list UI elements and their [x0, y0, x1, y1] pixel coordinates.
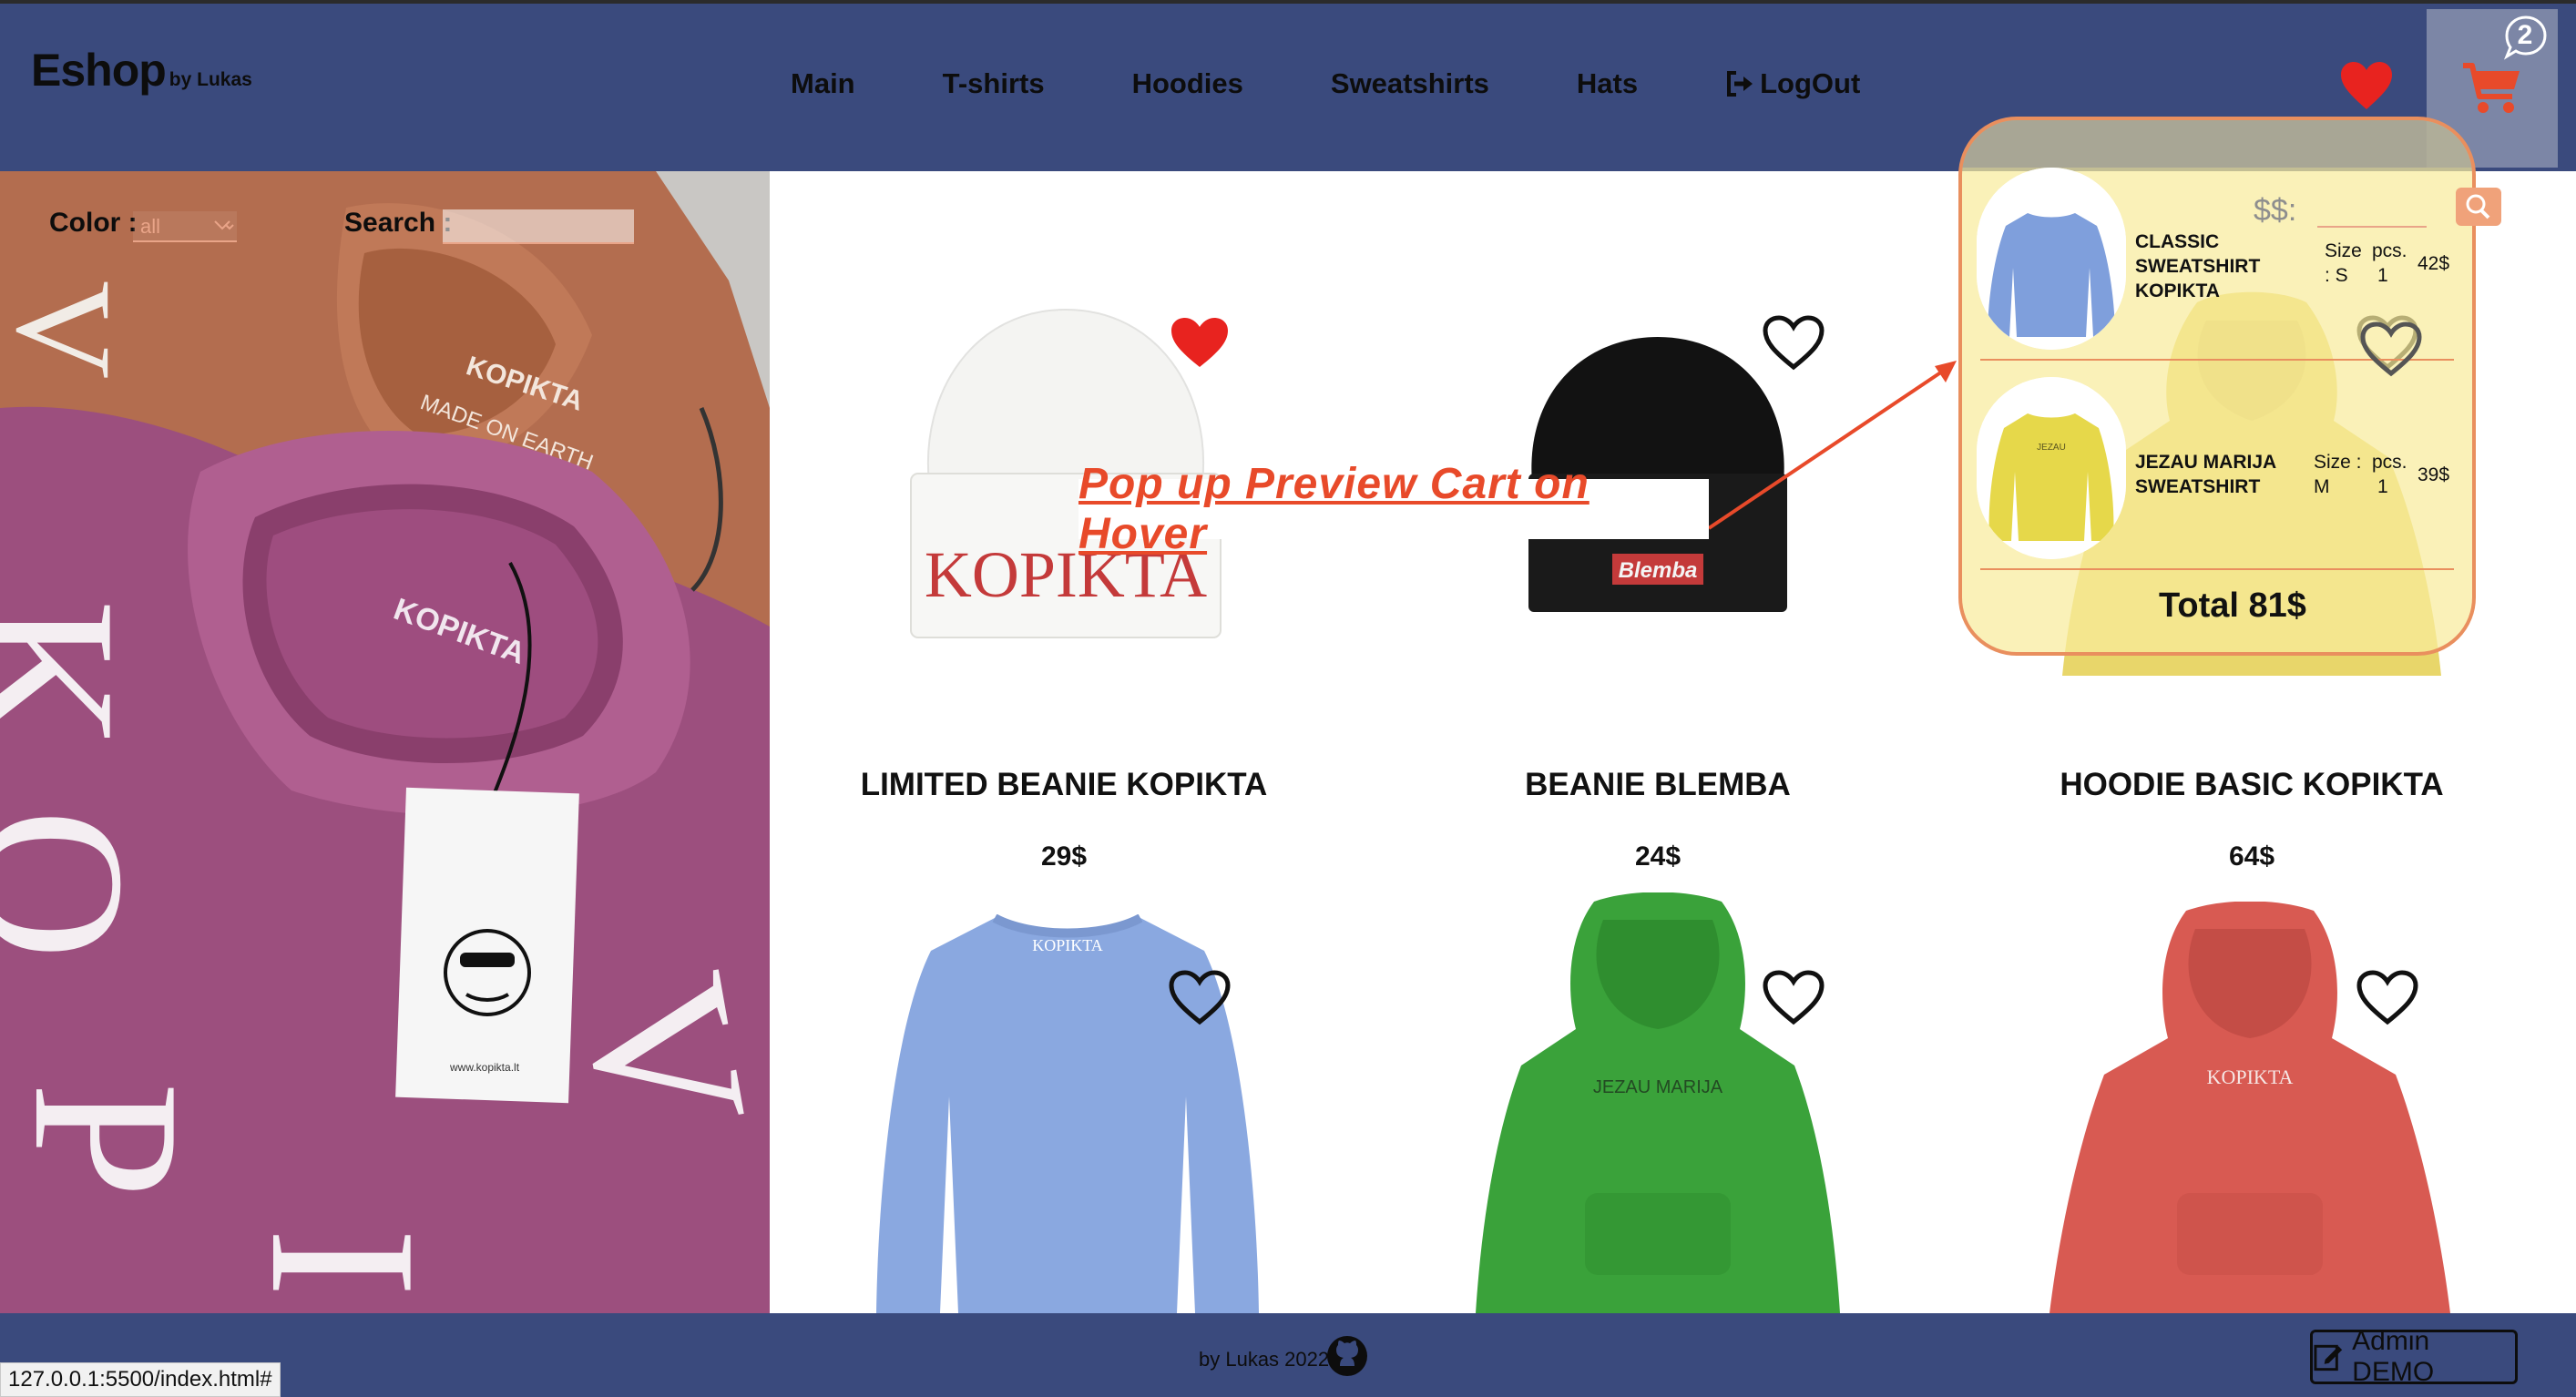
cart-item-pcs-value: 1: [2377, 476, 2388, 497]
nav-logout-label: LogOut: [1760, 67, 1861, 99]
brand-name: Eshop: [31, 45, 167, 96]
footer-credit: by Lukas 2022: [1199, 1348, 1330, 1371]
admin-demo-label: Admin DEMO: [2352, 1326, 2435, 1387]
cart-count: 2: [2517, 20, 2533, 50]
cart-thumb-print: JEZAU: [2037, 443, 2066, 453]
cart-item-name: JEZAU MARIJA SWEATSHIRT: [2135, 450, 2276, 499]
cart-item-name-line: SWEATSHIRT: [2135, 476, 2261, 497]
annotation-text: Pop up Preview Cart on Hover: [1078, 460, 1590, 558]
product-print-kopikta-red: KOPIKTA: [2207, 1066, 2294, 1088]
cart-item-size-label: Size: [2325, 240, 2362, 261]
hero-tag-url: www.kopikta.lt: [449, 1061, 520, 1074]
cart-item-name-line: JEZAU MARIJA: [2135, 452, 2277, 473]
nav-hats[interactable]: Hats: [1577, 67, 1638, 100]
chevron-down-icon: [214, 220, 230, 230]
nav-main[interactable]: Main: [791, 67, 855, 100]
search-icon: [2466, 194, 2490, 219]
svg-text:O: O: [0, 809, 169, 960]
filter-bar: Color : all Search :: [0, 171, 770, 262]
cart-item-price: 39$: [2418, 464, 2450, 485]
status-url-bar: 127.0.0.1:5500/index.html#: [0, 1362, 281, 1397]
hero-image: KOPIKTA MADE ON EARTH V KOPIKTA K O P I …: [0, 171, 770, 1313]
cart-item-pcs-label: pcs.: [2372, 452, 2407, 473]
popup-header-strip: [1962, 120, 2472, 168]
favorite-heart-icon[interactable]: [1762, 969, 1825, 1025]
favorite-heart-icon[interactable]: [1762, 314, 1825, 371]
github-icon[interactable]: [1326, 1335, 1368, 1377]
cart-preview-popup: $$: CLASSIC SWEATSHIRT KOPIKTA Size : S …: [1958, 117, 2476, 656]
cart-item-pcs: pcs. 1: [2372, 450, 2407, 499]
favorite-heart-icon[interactable]: [1168, 969, 1232, 1025]
cart-item-image-blue-sweatshirt: [1977, 168, 2126, 350]
svg-text:P: P: [0, 1082, 223, 1198]
popup-search-button[interactable]: [2456, 188, 2501, 226]
cart-item-image-yellow-sweatshirt: JEZAU: [1977, 377, 2126, 559]
popup-divider-top: [2317, 226, 2427, 228]
nav-sweatshirts[interactable]: Sweatshirts: [1331, 67, 1489, 100]
favorite-heart-icon: [2360, 321, 2422, 377]
svg-text:V: V: [0, 280, 139, 379]
search-label: Search :: [344, 208, 453, 238]
product-print-blemba: Blemba: [1619, 558, 1698, 583]
admin-demo-button[interactable]: Admin DEMO: [2310, 1326, 2518, 1387]
nav-tshirts[interactable]: T-shirts: [943, 67, 1045, 100]
svg-text:I: I: [228, 1228, 460, 1298]
product-price: 29$: [1040, 841, 1088, 872]
favorites-heart-icon[interactable]: [2339, 60, 2394, 111]
cart-item-thumbnail[interactable]: JEZAU: [1977, 377, 2126, 559]
cart-item-pcs: pcs. 1: [2372, 239, 2407, 288]
product-print-jezau: JEZAU MARIJA: [1593, 1077, 1723, 1097]
product-title: BEANIE BLEMBA: [1525, 767, 1791, 802]
color-filter-label: Color :: [49, 208, 138, 238]
cart-icon: [2463, 63, 2520, 113]
cart-item-size-value: M: [2314, 476, 2330, 497]
popup-currency-label: $$:: [2254, 193, 2297, 228]
edit-icon: [2314, 1344, 2343, 1372]
product-title: HOODIE BASIC KOPIKTA: [2060, 767, 2444, 802]
product-title: LIMITED BEANIE KOPIKTA: [860, 767, 1268, 802]
search-input[interactable]: [443, 209, 634, 244]
cart-item-thumbnail[interactable]: [1977, 168, 2126, 350]
cart-item-name-line: CLASSIC: [2135, 231, 2220, 252]
nav-logout[interactable]: LogOut: [1725, 67, 1860, 100]
cart-item-pcs-value: 1: [2377, 265, 2388, 286]
main-nav: Main T-shirts Hoodies Sweatshirts Hats L…: [791, 67, 1860, 100]
cart-item-name-line: KOPIKTA: [2135, 280, 2220, 301]
cart-item-size: Size : S: [2325, 239, 2362, 288]
cart-total: Total 81$: [2159, 586, 2306, 625]
product-price: 64$: [2228, 841, 2275, 872]
popup-divider: [1980, 568, 2454, 570]
nav-hoodies[interactable]: Hoodies: [1132, 67, 1243, 100]
brand-logo[interactable]: Eshop by Lukas: [31, 44, 252, 97]
cart-item-price: 42$: [2418, 253, 2450, 274]
cart-item-size-value: : S: [2325, 265, 2348, 286]
product-print-kopikta-neck: KOPIKTA: [1032, 936, 1103, 954]
annotation-label: Pop up Preview Cart on Hover: [1078, 460, 1709, 558]
logout-icon: [1727, 71, 1753, 97]
favorite-heart-icon[interactable]: [1168, 314, 1232, 371]
favorite-heart-icon[interactable]: [2356, 969, 2419, 1025]
cart-item-pcs-label: pcs.: [2372, 240, 2407, 261]
site-footer: by Lukas 2022 Admin DEMO: [0, 1313, 2576, 1397]
hero-photo: KOPIKTA MADE ON EARTH V KOPIKTA K O P I …: [0, 171, 770, 1313]
product-price: 24$: [1634, 841, 1682, 872]
cart-item-size: Size : M: [2314, 450, 2362, 499]
product-image-green-hoodie[interactable]: JEZAU MARIJA: [1476, 892, 1840, 1313]
cart-item-name-line: SWEATSHIRT: [2135, 256, 2261, 277]
cart-item-name: CLASSIC SWEATSHIRT KOPIKTA: [2135, 229, 2260, 303]
brand-byline: by Lukas: [169, 69, 252, 90]
svg-text:K: K: [0, 599, 159, 750]
product-image-red-hoodie[interactable]: KOPIKTA: [2050, 902, 2450, 1313]
cart-item-size-label: Size :: [2314, 452, 2362, 473]
